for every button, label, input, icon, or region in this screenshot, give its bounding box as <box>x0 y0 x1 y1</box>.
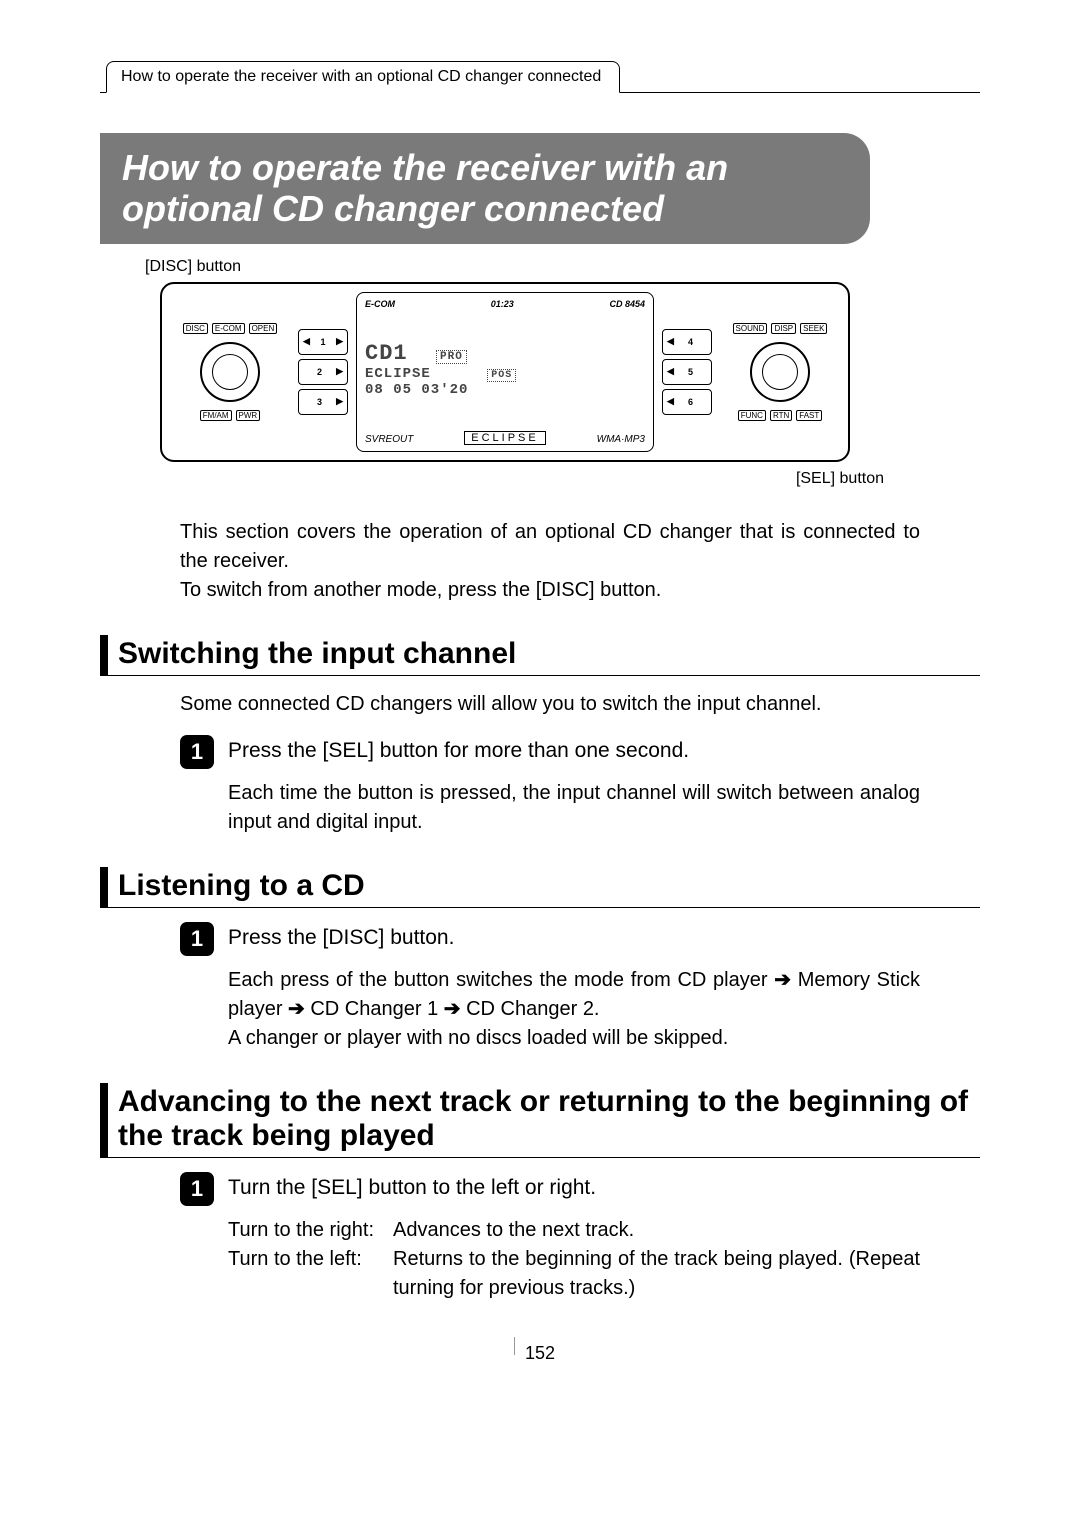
btn-seek: SEEK <box>800 323 827 334</box>
switch-step-1-title: Press the [SEL] button for more than one… <box>228 735 689 763</box>
preset-6: ◀6 <box>662 389 712 415</box>
btn-fm-am: FM/AM <box>200 410 232 421</box>
btn-pwr: PWR <box>236 410 261 421</box>
listen-step-1: 1 Press the [DISC] button. <box>180 922 920 956</box>
arrow-icon: ➔ <box>444 998 461 1020</box>
lcd-eclipse-brand: ECLIPSE <box>464 431 545 445</box>
advance-step-1-title: Turn the [SEL] button to the left or rig… <box>228 1172 596 1200</box>
turn-right-label: Turn to the right: <box>228 1216 393 1245</box>
lcd-artist: ECLIPSE <box>365 366 431 382</box>
stereo-lcd: E-COM 01:23 CD 8454 CD1 PRO ECLIPSE POS … <box>356 292 654 452</box>
switch-step-1-body: Each time the button is pressed, the inp… <box>228 779 920 837</box>
lcd-clock: 01:23 <box>491 299 514 309</box>
intro-p2: To switch from another mode, press the [… <box>180 576 920 605</box>
lcd-svreout: SVREOUT <box>365 434 413 445</box>
arrow-icon: ➔ <box>288 998 305 1020</box>
callout-sel-button: [SEL] button <box>100 470 884 488</box>
stereo-illustration: DISC E-COM OPEN FM/AM PWR ◀1▶ 2▶ 3▶ E-CO… <box>160 282 980 462</box>
btn-sound: SOUND <box>733 323 768 334</box>
advance-definitions: Turn to the right: Advances to the next … <box>228 1216 920 1303</box>
btn-fast: FAST <box>796 410 822 421</box>
preset-4: ◀4 <box>662 329 712 355</box>
lcd-wma-mp3: WMA·MP3 <box>597 434 645 445</box>
header-tab: How to operate the receiver with an opti… <box>106 61 620 93</box>
btn-rtn: RTN <box>770 410 792 421</box>
turn-left-label: Turn to the left: <box>228 1245 393 1303</box>
callout-disc-button: [DISC] button <box>145 258 980 276</box>
header-tab-bar: How to operate the receiver with an opti… <box>100 60 980 93</box>
lcd-model: CD 8454 <box>609 299 645 309</box>
listen-step-1-title: Press the [DISC] button. <box>228 922 454 950</box>
volume-knob <box>200 342 260 402</box>
preset-3: 3▶ <box>298 389 348 415</box>
step-number-icon: 1 <box>180 922 214 956</box>
lcd-pos-tag: POS <box>487 369 516 382</box>
listen-step-1-body: Each press of the button switches the mo… <box>228 966 920 1053</box>
lcd-brand: E-COM <box>365 299 395 309</box>
preset-5: ◀5 <box>662 359 712 385</box>
heading-switching: Switching the input channel <box>100 635 980 676</box>
page-title: How to operate the receiver with an opti… <box>100 133 870 244</box>
preset-2: 2▶ <box>298 359 348 385</box>
switch-lead: Some connected CD changers will allow yo… <box>180 690 920 719</box>
switch-step-1: 1 Press the [SEL] button for more than o… <box>180 735 920 769</box>
btn-ecom: E-COM <box>212 323 245 334</box>
lcd-disc: CD1 <box>365 341 408 366</box>
step-number-icon: 1 <box>180 1172 214 1206</box>
heading-listening: Listening to a CD <box>100 867 980 908</box>
btn-disp: DISP <box>771 323 796 334</box>
heading-advancing: Advancing to the next track or returning… <box>100 1083 980 1158</box>
btn-func: FUNC <box>738 410 766 421</box>
turn-right-value: Advances to the next track. <box>393 1216 920 1245</box>
btn-disc: DISC <box>183 323 208 334</box>
btn-open: OPEN <box>249 323 278 334</box>
sel-knob <box>750 342 810 402</box>
page-number: 152 <box>100 1343 980 1364</box>
advance-step-1: 1 Turn the [SEL] button to the left or r… <box>180 1172 920 1206</box>
lcd-track-line: 08 05 03'20 <box>365 382 645 398</box>
lcd-pro-tag: PRO <box>436 350 467 364</box>
turn-left-value: Returns to the beginning of the track be… <box>393 1245 920 1303</box>
step-number-icon: 1 <box>180 735 214 769</box>
preset-1: ◀1▶ <box>298 329 348 355</box>
arrow-icon: ➔ <box>774 969 791 991</box>
intro-p1: This section covers the operation of an … <box>180 518 920 576</box>
